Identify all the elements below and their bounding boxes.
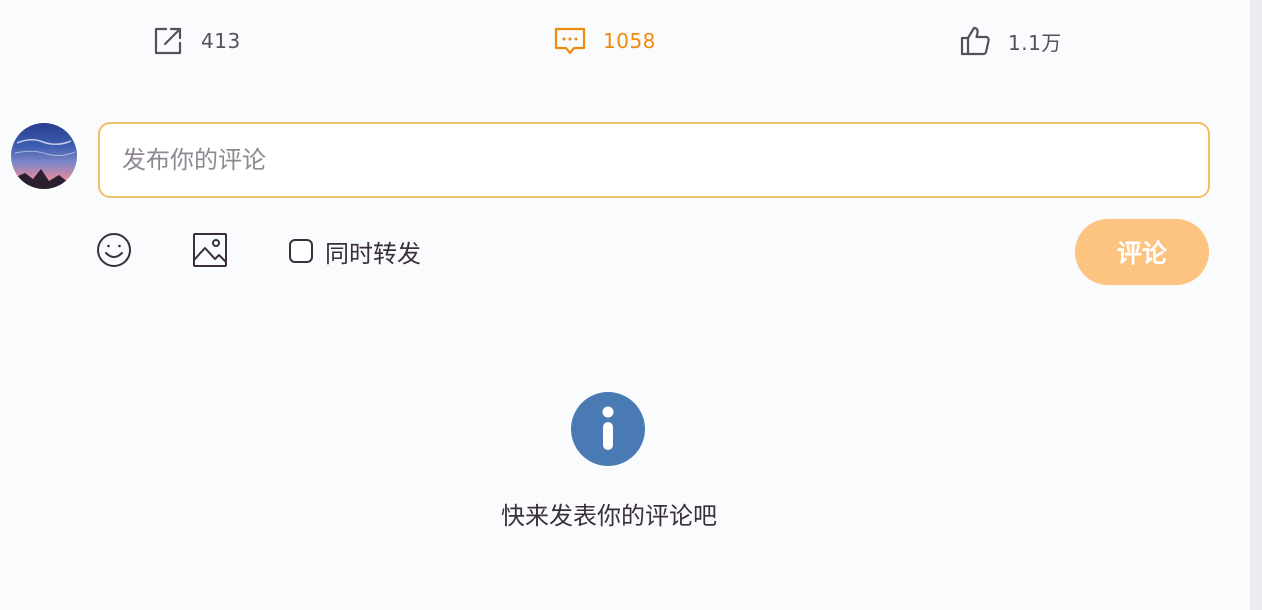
also-repost-checkbox[interactable]: [289, 239, 313, 263]
image-icon: [191, 231, 229, 273]
submit-comment-button[interactable]: 评论: [1075, 219, 1209, 285]
repost-count: 413: [201, 29, 241, 53]
user-avatar[interactable]: [11, 123, 77, 189]
info-icon: [571, 392, 645, 466]
thumbs-up-icon: [958, 24, 992, 58]
also-repost-option[interactable]: 同时转发: [289, 233, 421, 269]
image-upload-button[interactable]: [190, 232, 230, 272]
repost-button[interactable]: 413: [151, 18, 241, 64]
empty-comments-message: 快来发表你的评论吧: [501, 502, 717, 530]
also-repost-label: 同时转发: [325, 239, 421, 268]
comment-count: 1058: [603, 29, 656, 53]
post-action-bar: 413 1058 1.1万: [0, 18, 1250, 64]
share-icon: [151, 24, 185, 58]
like-button[interactable]: 1.1万: [958, 18, 1062, 64]
emoji-button[interactable]: [94, 232, 134, 272]
smiley-icon: [95, 231, 133, 273]
comment-tab-button[interactable]: 1058: [553, 18, 656, 64]
comment-input[interactable]: [98, 122, 1210, 198]
scrollbar-track[interactable]: [1250, 0, 1262, 610]
like-count: 1.1万: [1008, 30, 1062, 55]
comment-icon: [553, 24, 587, 58]
